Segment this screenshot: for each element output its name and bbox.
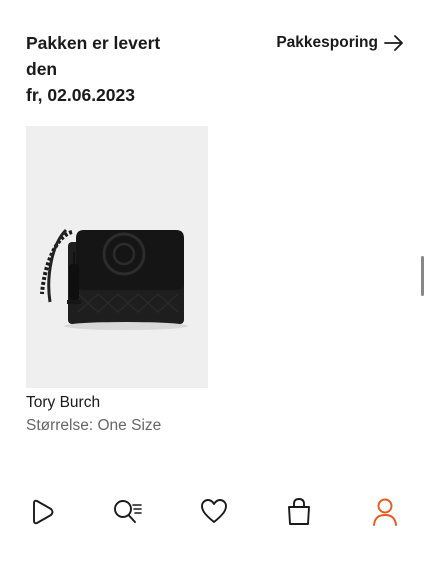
product-brand: Tory Burch xyxy=(26,394,101,411)
product-size-value: One Size xyxy=(97,417,162,434)
product-size: Størrelse: One Size xyxy=(26,417,161,435)
delivery-title-line1: Pakken er levert xyxy=(26,33,161,53)
play-icon xyxy=(33,499,54,525)
delivery-title-line2: den xyxy=(26,59,58,79)
tab-wishlist[interactable] xyxy=(199,496,229,528)
delivery-title: Pakken er levert den fr, 02.06.2023 xyxy=(26,30,196,108)
black-shoulder-bag-image xyxy=(40,228,188,330)
package-tracking-label: Pakkesporing xyxy=(276,34,378,51)
shopping-bag-icon xyxy=(288,498,310,525)
scroll-indicator[interactable] xyxy=(421,256,424,296)
search-list-icon xyxy=(114,500,142,523)
tab-profile[interactable] xyxy=(370,496,400,528)
heart-icon xyxy=(201,499,227,523)
arrow-right-icon xyxy=(384,35,403,51)
product-image[interactable] xyxy=(26,126,208,388)
tab-bag[interactable] xyxy=(284,496,314,528)
profile-icon xyxy=(373,498,397,526)
bottom-tab-bar xyxy=(0,496,428,532)
product-size-label: Størrelse: xyxy=(26,417,94,434)
tab-search[interactable] xyxy=(112,496,142,528)
delivery-date: fr, 02.06.2023 xyxy=(26,85,135,105)
package-tracking-link[interactable]: Pakkesporing xyxy=(276,34,404,52)
tab-play[interactable] xyxy=(28,496,58,528)
